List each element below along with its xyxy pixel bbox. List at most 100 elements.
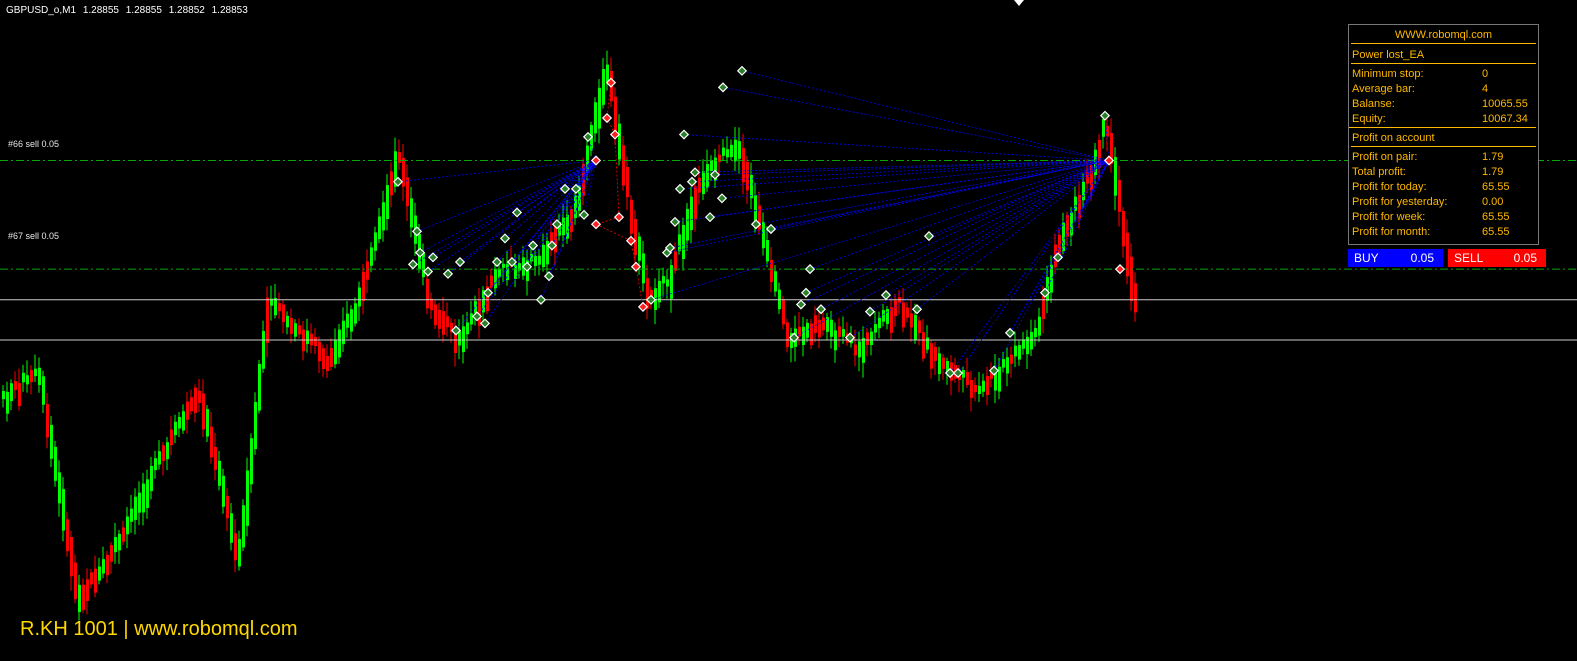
candle-body <box>298 325 301 335</box>
candle-body <box>186 401 189 420</box>
trade-marker <box>601 112 613 124</box>
order-label-67[interactable]: #67 sell 0.05 <box>8 231 59 241</box>
low-price: 1.28852 <box>168 5 205 16</box>
candle-body <box>814 315 817 333</box>
candle-body <box>2 391 5 400</box>
panel-ea-name: Power lost_EA <box>1351 48 1536 64</box>
candle-body <box>1022 339 1025 349</box>
trade-marker <box>880 289 892 301</box>
candle-body <box>38 367 41 385</box>
candle-body <box>242 505 245 548</box>
candle-body <box>210 426 213 458</box>
candle-body <box>122 527 125 542</box>
candle-body <box>806 322 809 338</box>
candle-body <box>1002 359 1005 368</box>
trend-line <box>949 160 1110 374</box>
candle-body <box>86 579 89 601</box>
candle-body <box>646 278 649 309</box>
candle-body <box>234 533 237 561</box>
candle-body <box>602 69 605 105</box>
candle-body <box>178 416 181 429</box>
candle-body <box>202 393 205 430</box>
candle-body <box>354 303 357 324</box>
profit-label: Profit for today: <box>1352 181 1427 193</box>
candle-body <box>890 307 893 333</box>
candle-body <box>470 313 473 325</box>
candle-body <box>726 149 729 158</box>
order-label-66[interactable]: #66 sell 0.05 <box>8 139 59 149</box>
stat-label: Balanse: <box>1352 98 1395 110</box>
profit-row: Profit for week: 65.55 <box>1349 210 1538 225</box>
buy-button[interactable]: BUY 0.05 <box>1348 249 1443 267</box>
candle-body <box>390 171 393 196</box>
candle-body <box>462 326 465 353</box>
candle-body <box>66 519 69 552</box>
candle-body <box>150 465 153 492</box>
candle-body <box>162 445 165 461</box>
candle-body <box>922 332 925 359</box>
stat-label: Average bar: <box>1352 83 1415 95</box>
trade-marker <box>795 299 807 310</box>
candle-body <box>22 372 25 383</box>
candle-body <box>438 309 441 329</box>
candle-body <box>982 380 985 392</box>
stat-value: 4 <box>1482 83 1489 95</box>
stat-row: Average bar: 4 <box>1349 82 1538 97</box>
candle-body <box>502 263 505 268</box>
profit-value: 65.55 <box>1482 226 1510 238</box>
candle-body <box>542 244 545 268</box>
candle-body <box>910 313 913 328</box>
candle-body <box>614 96 617 132</box>
trade-marker <box>1099 110 1111 121</box>
trade-marker <box>804 264 816 275</box>
stat-value: 10067.34 <box>1482 113 1528 125</box>
candle-body <box>874 324 877 333</box>
candle-body <box>942 357 945 369</box>
candle-body <box>630 199 633 234</box>
trade-marker <box>815 304 827 315</box>
profit-label: Profit for month: <box>1352 226 1431 238</box>
candle-body <box>886 309 889 325</box>
candle-body <box>866 332 869 345</box>
candle-body <box>1126 232 1129 277</box>
candle-body <box>1038 316 1041 336</box>
high-price: 1.28855 <box>125 5 162 16</box>
candle-body <box>238 539 241 567</box>
chart-shift-icon[interactable] <box>1014 0 1024 6</box>
candle-body <box>26 375 29 385</box>
candle-body <box>34 368 37 377</box>
candle-body <box>382 202 385 231</box>
candle-body <box>458 331 461 346</box>
candle-body <box>962 370 965 378</box>
chart-canvas[interactable] <box>0 0 1577 661</box>
candle-body <box>1134 283 1137 313</box>
candle-body <box>706 164 709 188</box>
candle-body <box>782 300 785 325</box>
stats-list: Minimum stop: 0 Average bar: 4 Balanse: 100… <box>1349 67 1538 128</box>
sell-button[interactable]: SELL 0.05 <box>1448 249 1546 267</box>
candle-body <box>190 397 193 412</box>
candle-body <box>710 160 713 171</box>
candle-body <box>678 234 681 252</box>
trade-marker <box>689 167 701 178</box>
trade-marker <box>765 223 777 235</box>
candle-body <box>698 177 701 193</box>
trade-marker <box>613 212 625 223</box>
trade-marker <box>678 129 690 140</box>
candle-body <box>422 252 425 278</box>
trend-line <box>741 70 1110 161</box>
trend-line <box>755 160 1110 225</box>
trade-marker <box>637 301 649 312</box>
candle-body <box>98 566 101 581</box>
trade-marker <box>717 82 729 93</box>
candle-body <box>986 376 989 396</box>
candle-body <box>14 381 17 390</box>
candle-body <box>618 123 621 160</box>
trade-marker <box>704 212 716 223</box>
candle-body <box>42 376 45 405</box>
candle-body <box>274 297 277 316</box>
price-chart[interactable] <box>0 0 1577 661</box>
candle-body <box>158 451 161 465</box>
open-price: 1.28855 <box>82 5 119 16</box>
candle-body <box>434 304 437 326</box>
